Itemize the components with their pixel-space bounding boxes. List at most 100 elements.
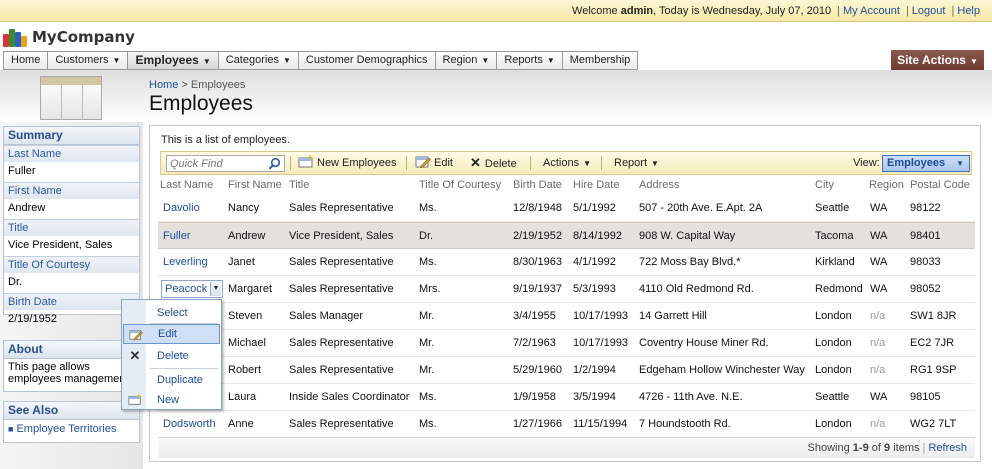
view-selector[interactable]: Employees ▼ bbox=[882, 155, 970, 172]
table-row[interactable]: Steven Sales Manager Mr. 3/4/1955 10/17/… bbox=[158, 303, 975, 330]
cell-address: Edgeham Hollow Winchester Way bbox=[639, 364, 805, 376]
context-item-duplicate[interactable]: Duplicate bbox=[123, 370, 220, 390]
summary-label: First Name bbox=[4, 182, 139, 199]
cell-hire-date: 4/1/1992 bbox=[573, 256, 616, 268]
see-also-title: See Also bbox=[4, 402, 139, 420]
cell-title: Sales Representative bbox=[289, 418, 394, 430]
table-row[interactable]: Robert Sales Representative Mr. 5/29/196… bbox=[158, 357, 975, 384]
cell-address: 4726 - 11th Ave. N.E. bbox=[639, 391, 743, 403]
cell-city: Seattle bbox=[815, 202, 850, 214]
cell-region: WA bbox=[870, 202, 888, 214]
breadcrumb-home-link[interactable]: Home bbox=[149, 79, 178, 91]
column-header[interactable]: Address bbox=[639, 176, 679, 194]
pager-bar: Showing 1-9 of 9 items | Refresh bbox=[159, 437, 975, 458]
menu-home[interactable]: Home bbox=[3, 51, 49, 70]
table-row[interactable]: Michael Sales Representative Mr. 7/2/196… bbox=[158, 330, 975, 357]
my-account-link[interactable]: My Account bbox=[843, 5, 900, 17]
caret-down-icon: ▼ bbox=[969, 57, 978, 66]
menu-customer-demographics[interactable]: Customer Demographics bbox=[298, 51, 436, 70]
quick-find-input[interactable] bbox=[167, 156, 265, 171]
cell-city: Seattle bbox=[815, 391, 850, 403]
table-row[interactable]: Peacock ▼ Margaret Sales Representative … bbox=[158, 276, 975, 303]
table-row-selected[interactable]: Fuller Andrew Vice President, Sales Dr. … bbox=[158, 222, 975, 249]
cell-last-name[interactable]: Fuller bbox=[163, 223, 191, 249]
cell-hire-date: 5/3/1993 bbox=[573, 283, 616, 295]
table-row[interactable]: Laura Inside Sales Coordinator Ms. 1/9/1… bbox=[158, 384, 975, 411]
cell-hire-date: 11/15/1994 bbox=[573, 418, 628, 430]
table-row[interactable]: Leverling Janet Sales Representative Ms.… bbox=[158, 249, 975, 276]
pager-total: 9 bbox=[884, 442, 891, 454]
delete-label: Delete bbox=[484, 158, 517, 170]
menu-region[interactable]: Region ▼ bbox=[435, 51, 498, 70]
cell-region: WA bbox=[870, 230, 888, 242]
cell-hire-date: 10/17/1993 bbox=[573, 337, 629, 349]
brand-logo[interactable]: MyCompany bbox=[3, 26, 135, 48]
column-header[interactable]: City bbox=[815, 176, 834, 194]
menu-separator bbox=[150, 368, 218, 369]
column-header[interactable]: Hire Date bbox=[573, 176, 619, 194]
menu-membership[interactable]: Membership bbox=[562, 51, 639, 70]
cell-first-name: Janet bbox=[228, 256, 255, 268]
cell-city: Redmond bbox=[815, 283, 863, 295]
cell-hire-date: 10/17/1993 bbox=[573, 310, 629, 322]
menu-employees[interactable]: Employees ▼ bbox=[128, 51, 219, 70]
summary-value: Dr. bbox=[8, 276, 23, 288]
new-employees-button[interactable]: New Employees bbox=[298, 152, 396, 174]
cell-last-name[interactable]: Leverling bbox=[163, 249, 208, 275]
actions-menu[interactable]: Actions ▼ bbox=[543, 152, 591, 174]
column-header[interactable]: Region bbox=[869, 176, 904, 194]
cell-title: Sales Representative bbox=[289, 256, 394, 268]
column-header[interactable]: Last Name bbox=[160, 176, 213, 194]
table-icon bbox=[40, 76, 102, 120]
help-link[interactable]: Help bbox=[957, 5, 980, 17]
delete-icon: ✕ bbox=[129, 348, 141, 363]
site-actions-label: Site Actions bbox=[897, 53, 966, 67]
table-row[interactable]: Davolio Nancy Sales Representative Ms. 1… bbox=[158, 195, 975, 222]
menu-label: Employees bbox=[135, 53, 199, 67]
employee-territories-link[interactable]: ■ Employee Territories bbox=[4, 420, 139, 438]
context-item-delete[interactable]: ✕ Delete bbox=[123, 346, 220, 366]
column-header[interactable]: Postal Code bbox=[910, 176, 970, 194]
logout-link[interactable]: Logout bbox=[912, 5, 946, 17]
about-text: This page allows employees management bbox=[4, 359, 139, 387]
site-actions-button[interactable]: Site Actions ▼ bbox=[891, 50, 984, 70]
menu-customers[interactable]: Customers ▼ bbox=[48, 51, 129, 70]
menu-reports[interactable]: Reports ▼ bbox=[497, 51, 563, 70]
cell-first-name: Andrew bbox=[228, 230, 266, 242]
refresh-link[interactable]: Refresh bbox=[928, 442, 967, 454]
column-header[interactable]: First Name bbox=[228, 176, 282, 194]
menu-label: Region bbox=[442, 54, 478, 66]
column-header[interactable]: Title Of Courtesy bbox=[419, 176, 501, 194]
caret-down-icon: ▼ bbox=[481, 56, 490, 65]
menu-categories[interactable]: Categories ▼ bbox=[218, 51, 299, 70]
table-row[interactable]: Dodsworth Anne Sales Representative Ms. … bbox=[158, 411, 975, 438]
delete-button[interactable]: ✕ Delete bbox=[470, 152, 517, 174]
cell-last-name[interactable]: Dodsworth bbox=[163, 411, 216, 437]
cell-courtesy: Mr. bbox=[419, 364, 435, 376]
cell-last-name[interactable]: Davolio bbox=[163, 195, 200, 221]
context-item-new[interactable]: New bbox=[123, 390, 220, 410]
cell-hire-date: 5/1/1992 bbox=[573, 202, 616, 214]
top-bar: Welcome admin, Today is Wednesday, July … bbox=[0, 0, 992, 22]
column-header[interactable]: Title bbox=[289, 176, 309, 194]
cell-address: 7 Houndstooth Rd. bbox=[639, 418, 731, 430]
cell-address: 14 Garrett Hill bbox=[639, 310, 707, 322]
column-header[interactable]: Birth Date bbox=[513, 176, 562, 194]
user-name: admin bbox=[620, 5, 654, 17]
brand-name: MyCompany bbox=[32, 28, 135, 46]
report-menu[interactable]: Report ▼ bbox=[614, 152, 659, 174]
breadcrumb: Home > Employees bbox=[149, 79, 245, 91]
pager-range: 1-9 bbox=[852, 442, 869, 454]
row-action-dropdown[interactable]: Peacock ▼ bbox=[161, 280, 223, 298]
edit-button[interactable]: Edit bbox=[415, 152, 453, 174]
delete-icon: ✕ bbox=[470, 155, 481, 170]
search-icon[interactable] bbox=[268, 157, 281, 170]
date-text: , Today is Wednesday, July 07, 2010 bbox=[653, 5, 832, 17]
context-item-select[interactable]: Select bbox=[123, 303, 220, 323]
dropdown-arrow-icon[interactable]: ▼ bbox=[210, 282, 221, 296]
context-item-edit[interactable]: Edit bbox=[123, 324, 220, 344]
cell-region: n/a bbox=[870, 364, 886, 376]
cell-address: 4110 Old Redmond Rd. bbox=[639, 283, 754, 295]
summary-label: Last Name bbox=[4, 145, 139, 162]
menu-label: Membership bbox=[569, 54, 631, 66]
